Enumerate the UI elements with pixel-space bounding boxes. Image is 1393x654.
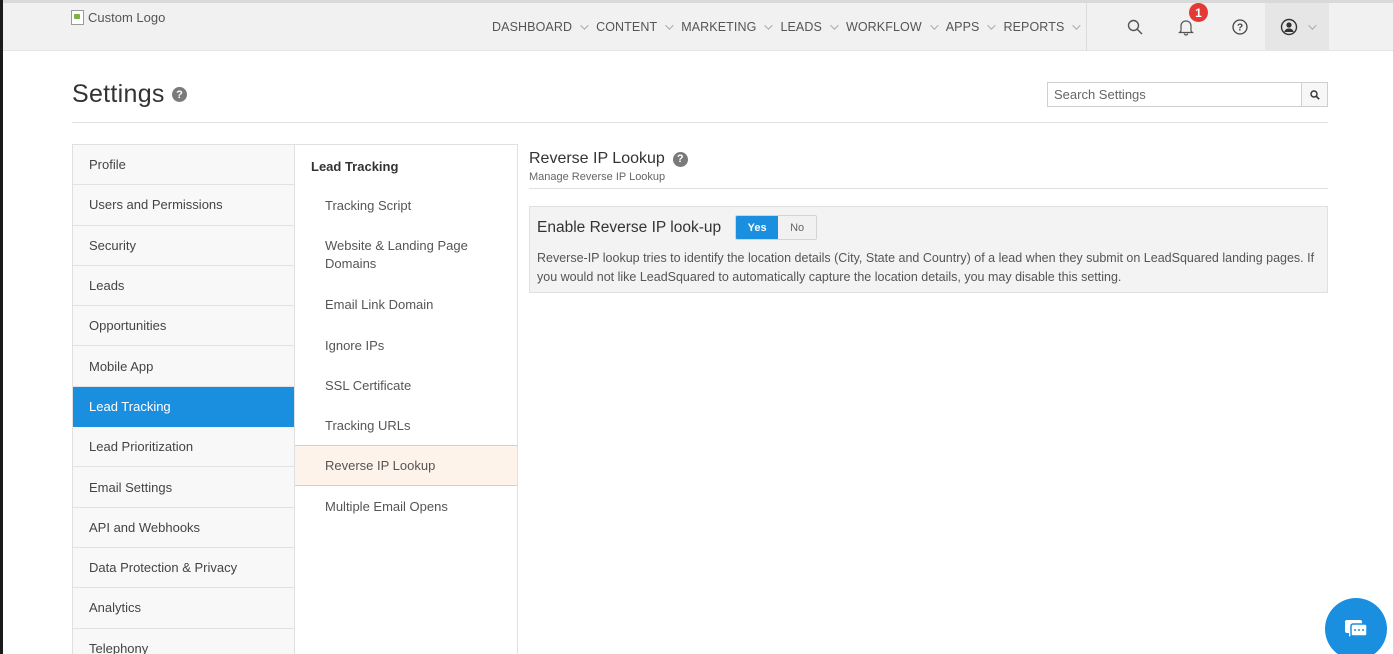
settings-category-menu: Profile Users and Permissions Security L… [72, 144, 295, 654]
nav-reports[interactable]: REPORTS [1003, 3, 1088, 51]
nav-apps[interactable]: APPS [946, 3, 1004, 51]
nav-workflow[interactable]: WORKFLOW [846, 3, 946, 51]
chevron-down-icon [830, 21, 839, 30]
menu-item-opportunities[interactable]: Opportunities [73, 306, 294, 347]
chevron-down-icon [665, 21, 674, 30]
main-nav: DASHBOARD CONTENT MARKETING LEADS WORKFL… [492, 3, 1088, 51]
search-icon [1309, 89, 1320, 100]
menu-item-api-and-webhooks[interactable]: API and Webhooks [73, 508, 294, 548]
nav-content-label: CONTENT [596, 20, 658, 34]
menu-item-data-protection[interactable]: Data Protection & Privacy [73, 548, 294, 589]
global-search-button[interactable] [1118, 3, 1152, 51]
section-help-icon[interactable]: ? [672, 151, 688, 167]
notification-badge: 1 [1189, 3, 1208, 22]
chevron-down-icon [929, 21, 939, 30]
svg-text:?: ? [1237, 23, 1243, 34]
submenu-item-tracking-urls[interactable]: Tracking URLs [295, 405, 517, 445]
settings-search [1047, 82, 1328, 107]
logo-alt-text: Custom Logo [88, 9, 166, 25]
nav-apps-label: APPS [945, 20, 980, 34]
section-title-row: Reverse IP Lookup ? [529, 150, 1328, 168]
settings-help-icon[interactable]: ? [172, 87, 187, 102]
header-divider [72, 122, 1328, 123]
settings-search-input[interactable] [1048, 83, 1301, 106]
bell-icon [1178, 20, 1194, 36]
menu-item-security[interactable]: Security [73, 226, 294, 266]
search-icon [1127, 19, 1143, 35]
help-icon: ? [1232, 19, 1248, 35]
nav-marketing-label: MARKETING [681, 20, 757, 34]
chevron-down-icon [764, 21, 774, 30]
submenu-heading: Lead Tracking [311, 159, 399, 174]
notifications-button[interactable]: 1 [1171, 3, 1208, 51]
toggle-yes-button[interactable]: Yes [736, 216, 779, 239]
window-left-border [0, 0, 3, 654]
help-button[interactable]: ? [1225, 3, 1255, 51]
setting-description: Reverse-IP lookup tries to identify the … [537, 251, 1315, 284]
menu-item-mobile-app[interactable]: Mobile App [73, 346, 294, 387]
submenu-item-tracking-script[interactable]: Tracking Script [295, 185, 517, 225]
nav-dashboard[interactable]: DASHBOARD [492, 3, 596, 51]
section-title: Reverse IP Lookup [529, 150, 665, 167]
menu-item-analytics[interactable]: Analytics [73, 588, 294, 629]
chevron-down-icon [987, 21, 997, 30]
nav-workflow-label: WORKFLOW [845, 20, 922, 34]
toggle-no-button[interactable]: No [778, 216, 817, 239]
setting-label: Enable Reverse IP look-up [537, 218, 722, 236]
chat-widget-button[interactable] [1325, 598, 1387, 654]
chevron-down-icon [1072, 21, 1082, 30]
settings-content: Reverse IP Lookup ? Manage Reverse IP Lo… [529, 150, 1328, 189]
nav-leads-label: LEADS [780, 20, 822, 34]
menu-item-lead-tracking[interactable]: Lead Tracking [73, 386, 294, 428]
submenu-item-ssl-certificate[interactable]: SSL Certificate [295, 365, 517, 405]
submenu-item-email-link-domain[interactable]: Email Link Domain [295, 283, 517, 325]
section-subtitle: Manage Reverse IP Lookup [529, 171, 666, 183]
custom-logo[interactable]: Custom Logo [70, 7, 165, 27]
nav-marketing[interactable]: MARKETING [681, 3, 780, 51]
menu-item-email-settings[interactable]: Email Settings [73, 467, 294, 508]
chat-icon [1345, 620, 1368, 637]
menu-item-lead-prioritization[interactable]: Lead Prioritization [73, 427, 294, 468]
reverse-ip-toggle: Yes No [735, 215, 818, 240]
setting-row: Enable Reverse IP look-up Yes No [537, 215, 818, 240]
lead-tracking-submenu: Lead Tracking Tracking Script Website & … [295, 144, 518, 654]
menu-item-leads[interactable]: Leads [73, 266, 294, 307]
nav-leads[interactable]: LEADS [780, 3, 846, 51]
section-divider [529, 188, 1328, 189]
user-menu-button[interactable] [1265, 3, 1329, 51]
menu-item-telephony[interactable]: Telephony [73, 629, 294, 654]
settings-search-button[interactable] [1301, 83, 1327, 106]
nav-content[interactable]: CONTENT [596, 3, 681, 51]
reverse-ip-setting-panel: Enable Reverse IP look-up Yes No Reverse… [529, 206, 1328, 293]
nav-dashboard-label: DASHBOARD [492, 20, 573, 34]
chevron-down-icon [580, 21, 589, 30]
menu-item-users-and-permissions[interactable]: Users and Permissions [73, 185, 294, 226]
page-title: Settings [72, 80, 165, 108]
nav-reports-label: REPORTS [1003, 20, 1065, 34]
menu-item-profile[interactable]: Profile [73, 145, 294, 186]
chevron-down-icon [1308, 21, 1317, 30]
submenu-item-multiple-email-opens[interactable]: Multiple Email Opens [295, 486, 517, 526]
submenu-item-reverse-ip-lookup[interactable]: Reverse IP Lookup [295, 445, 517, 486]
user-icon [1280, 18, 1298, 36]
submenu-item-website-domains[interactable]: Website & Landing Page Domains [295, 225, 517, 283]
top-navigation-bar: Custom Logo DASHBOARD CONTENT MARKETING … [3, 3, 1393, 51]
submenu-item-ignore-ips[interactable]: Ignore IPs [295, 325, 517, 365]
broken-image-icon [70, 9, 86, 25]
